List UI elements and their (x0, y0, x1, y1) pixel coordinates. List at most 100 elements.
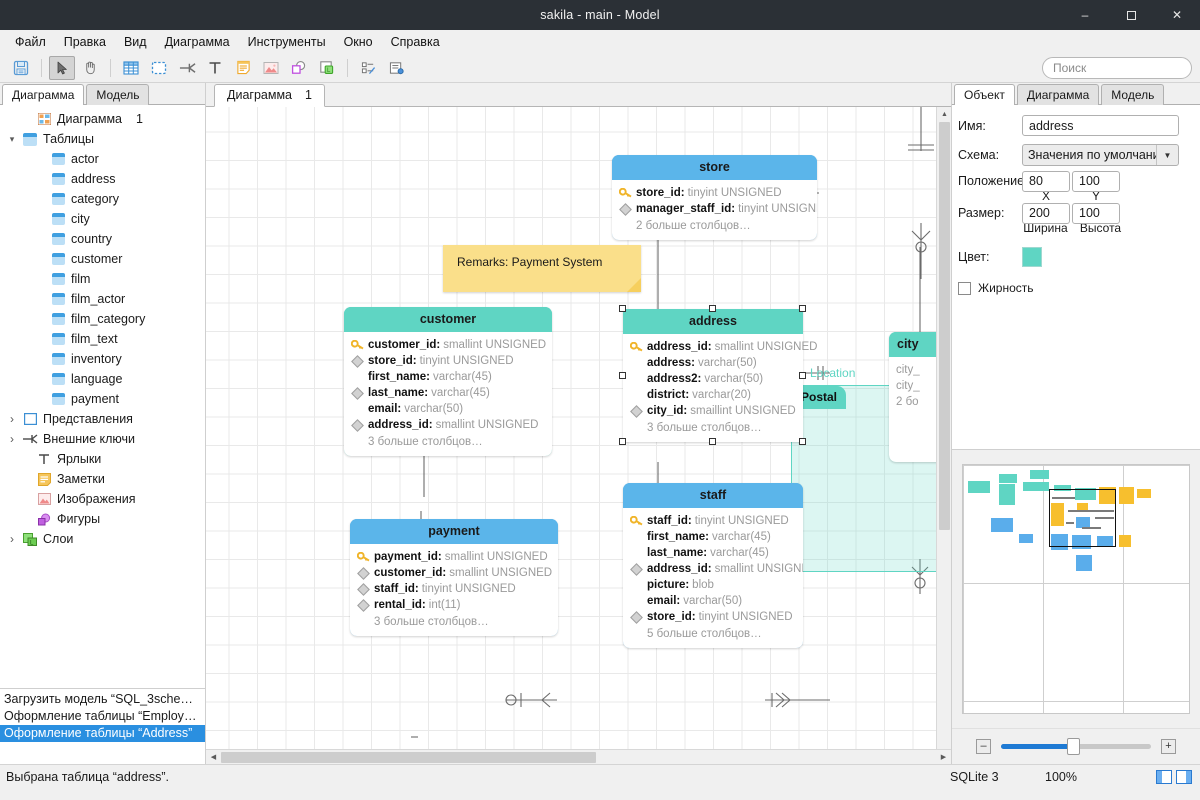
size-height-field[interactable]: 100 (1072, 203, 1120, 224)
tree-item-представления[interactable]: ›Представления (0, 409, 205, 429)
menu-item-view[interactable]: Вид (115, 32, 156, 52)
note-remarks[interactable]: Remarks: Payment System (443, 245, 641, 292)
er-column-row[interactable]: last_name:varchar(45) (351, 385, 545, 401)
er-column-row[interactable]: store_id:tinyint UNSIGNED (619, 185, 810, 201)
image-icon[interactable] (258, 56, 284, 80)
er-table-staff[interactable]: staffstaff_id:tinyint UNSIGNEDfirst_name… (623, 483, 803, 648)
er-column-row[interactable]: last_name:varchar(45) (630, 545, 796, 561)
er-column-row[interactable]: first_name:varchar(45) (351, 369, 545, 385)
er-more-columns[interactable]: 2 больше столбцов… (619, 217, 810, 233)
history-item[interactable]: Оформление таблицы “Address” (0, 725, 205, 742)
zoom-in-button[interactable]: + (1161, 739, 1176, 754)
er-column-row[interactable]: customer_id:smallint UNSIGNED (357, 565, 551, 581)
er-column-row[interactable]: payment_id:smallint UNSIGNED (357, 549, 551, 565)
canvas-tab-diagram-1[interactable]: Диаграмма 1 (214, 84, 325, 107)
er-column-row[interactable]: city_id:smaillint UNSIGNED (630, 403, 796, 419)
tree-twisty-icon[interactable]: › (4, 432, 20, 446)
tree-item-ярлыки[interactable]: Ярлыки (0, 449, 205, 469)
resize-handle[interactable] (799, 372, 806, 379)
resize-handle[interactable] (709, 305, 716, 312)
object-tree[interactable]: Диаграмма1▾Таблицыactoraddresscategoryci… (0, 105, 205, 688)
er-column-row[interactable]: customer_id:smallint UNSIGNED (351, 337, 545, 353)
scroll-left-arrow[interactable]: ◀ (206, 750, 221, 765)
horizontal-scroll-thumb[interactable] (221, 752, 596, 763)
position-x-field[interactable]: 80 (1022, 171, 1070, 192)
table-icon[interactable] (118, 56, 144, 80)
er-column-row[interactable]: picture:blob (630, 577, 796, 593)
er-column-row[interactable]: address_id:smallint UNSIGNED (630, 561, 796, 577)
note-icon[interactable] (230, 56, 256, 80)
tree-item-заметки[interactable]: Заметки (0, 469, 205, 489)
er-table-address[interactable]: addressaddress_id:smallint UNSIGNEDaddre… (623, 309, 803, 442)
menu-item-diagram[interactable]: Диаграмма (156, 32, 239, 52)
tab-diagram[interactable]: Диаграмма (2, 84, 84, 105)
tree-item-inventory[interactable]: inventory (0, 349, 205, 369)
history-item[interactable]: Загрузить модель “SQL_3schemas” (0, 691, 205, 708)
menu-item-window[interactable]: Окно (335, 32, 382, 52)
toggle-left-panel-icon[interactable] (1156, 770, 1172, 784)
tree-item-category[interactable]: category (0, 189, 205, 209)
position-y-field[interactable]: 100 (1072, 171, 1120, 192)
er-column-row[interactable]: rental_id:int(11) (357, 597, 551, 613)
tab-object[interactable]: Объект (954, 84, 1015, 105)
hand-icon[interactable] (77, 56, 103, 80)
er-column-row[interactable]: staff_id:tinyint UNSIGNED (357, 581, 551, 597)
tree-item-film_text[interactable]: film_text (0, 329, 205, 349)
er-more-columns[interactable]: 3 больше столбцов… (630, 419, 796, 435)
er-column-row[interactable]: email:varchar(50) (630, 593, 796, 609)
tree-item-фигуры[interactable]: Фигуры (0, 509, 205, 529)
menu-item-help[interactable]: Справка (382, 32, 449, 52)
chevron-down-icon[interactable]: ▼ (1156, 145, 1178, 165)
er-column-row[interactable]: manager_staff_id:tinyint UNSIGNED (619, 201, 810, 217)
resize-handle[interactable] (619, 438, 626, 445)
tree-item-city[interactable]: city (0, 209, 205, 229)
er-table-customer[interactable]: customercustomer_id:smallint UNSIGNEDsto… (344, 307, 552, 456)
pointer-icon[interactable] (49, 56, 75, 80)
zoom-out-button[interactable]: – (976, 739, 991, 754)
shape-icon[interactable] (286, 56, 312, 80)
zoom-slider[interactable] (1001, 744, 1151, 749)
vertical-scroll-thumb[interactable] (939, 122, 950, 530)
tree-item-диаграмма[interactable]: Диаграмма1 (0, 109, 205, 129)
tree-item-country[interactable]: country (0, 229, 205, 249)
save-icon[interactable] (8, 56, 34, 80)
tree-item-address[interactable]: address (0, 169, 205, 189)
tree-item-film_actor[interactable]: film_actor (0, 289, 205, 309)
search-input[interactable]: Поиск (1042, 57, 1192, 79)
text-icon[interactable] (202, 56, 228, 80)
color-swatch[interactable] (1022, 247, 1042, 267)
resize-handle[interactable] (709, 438, 716, 445)
er-column-row[interactable]: address2:varchar(50) (630, 371, 796, 387)
settings-icon[interactable] (383, 56, 409, 80)
diagram-canvas[interactable]: Postal Location Remarks: Payment System … (206, 107, 951, 749)
schema-select[interactable]: Значения по умолчанию ▼ (1022, 144, 1179, 166)
bold-checkbox[interactable] (958, 282, 971, 295)
tree-item-слои[interactable]: ›LСлои (0, 529, 205, 549)
history-list[interactable]: Загрузить модель “SQL_3schemas”Оформлени… (0, 688, 205, 764)
tree-twisty-icon[interactable]: ▾ (4, 134, 20, 145)
tree-item-film_category[interactable]: film_category (0, 309, 205, 329)
history-item[interactable]: Оформление таблицы “Employee... (0, 708, 205, 725)
er-table-store[interactable]: storestore_id:tinyint UNSIGNEDmanager_st… (612, 155, 817, 240)
er-more-columns[interactable]: 3 больше столбцов… (357, 613, 551, 629)
er-column-row[interactable]: address_id:smallint UNSIGNED (630, 339, 796, 355)
er-more-columns[interactable]: 5 больше столбцов… (630, 625, 796, 641)
er-table-payment[interactable]: paymentpayment_id:smallint UNSIGNEDcusto… (350, 519, 558, 636)
er-column-row[interactable]: store_id:tinyint UNSIGNED (351, 353, 545, 369)
resize-handle[interactable] (619, 305, 626, 312)
name-field[interactable]: address (1022, 115, 1179, 136)
minimap-canvas[interactable] (962, 464, 1190, 714)
view-icon[interactable] (146, 56, 172, 80)
tab-model-props[interactable]: Модель (1101, 84, 1164, 105)
menu-item-edit[interactable]: Правка (55, 32, 115, 52)
toggle-right-panel-icon[interactable] (1176, 770, 1192, 784)
minimap-viewport-rect[interactable] (1049, 489, 1116, 547)
er-column-row[interactable]: address:varchar(50) (630, 355, 796, 371)
tree-item-внешние-ключи[interactable]: ›Внешние ключи (0, 429, 205, 449)
tree-twisty-icon[interactable]: › (4, 412, 20, 426)
tree-item-customer[interactable]: customer (0, 249, 205, 269)
resize-handle[interactable] (799, 438, 806, 445)
resize-handle[interactable] (619, 372, 626, 379)
tree-twisty-icon[interactable]: › (4, 532, 20, 546)
tab-model[interactable]: Модель (86, 84, 149, 105)
